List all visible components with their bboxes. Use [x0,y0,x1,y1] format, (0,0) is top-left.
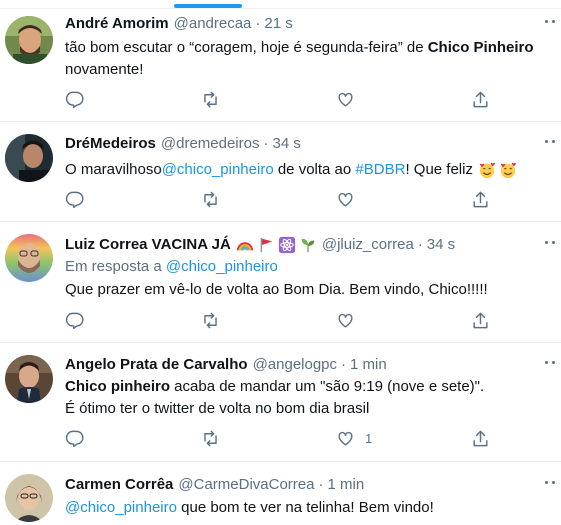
heart-icon [338,313,353,328]
author-handle[interactable]: @andrecaa [174,14,252,34]
share-button[interactable] [471,90,490,109]
author-handle[interactable]: @CarmeDivaCorrea [178,475,314,495]
tweet-timestamp[interactable]: 21 s [264,14,292,34]
tweet-text: Que prazer em vê-lo de volta ao Bom Dia.… [65,279,551,301]
tweet[interactable]: Carmen Corrêa @CarmeDivaCorrea · 1 min @… [0,463,561,525]
more-options-icon[interactable] [545,140,555,144]
like-button[interactable] [336,311,365,330]
author-name[interactable]: Angelo Prata de Carvalho [65,355,248,375]
separator-dot: · [341,356,347,373]
tweet-text-segment: Que prazer em vê-lo de volta ao Bom Dia.… [65,281,488,298]
share-button[interactable] [471,190,490,209]
separator-dot: · [255,15,261,32]
reply-button[interactable] [65,190,84,209]
retweet-button[interactable] [201,190,220,209]
author-name[interactable]: Carmen Corrêa [65,475,173,495]
atom-symbol-icon [278,236,295,254]
heart-icon [338,92,353,107]
tweet[interactable]: Angelo Prata de Carvalho @angelogpc · 1 … [0,344,561,462]
more-options-icon[interactable] [545,20,555,24]
avatar[interactable] [5,474,53,522]
tweet[interactable]: Luiz Correa VACINA JÁ @jluiz_correa · 34… [0,223,561,343]
mention-link[interactable]: @chico_pinheiro [65,499,177,516]
share-icon [473,91,488,108]
separator-dot: · [263,135,269,152]
more-options-icon[interactable] [545,241,555,245]
avatar[interactable] [5,134,53,182]
tweet[interactable]: DréMedeiros @dremedeiros · 34 s O maravi… [0,123,561,222]
smiling-face-with-hearts-icon [500,162,517,179]
retweet-icon [204,191,217,208]
share-icon [473,430,488,447]
tweet-text-segment: acaba de mandar um "são 9:19 (nove e set… [170,378,485,395]
author-name[interactable]: André Amorim [65,14,169,34]
heart-icon [338,431,353,446]
tweet-text: O maravilhoso @chico_pinheiro de volta a… [65,159,551,181]
retweet-icon [204,312,217,329]
tweet-text-bold: Chico Pinheiro [427,39,534,56]
red-flag-icon [260,237,273,253]
reply-button[interactable] [65,429,84,448]
reply-context: Em resposta a @chico_pinheiro [65,257,551,277]
reply-button[interactable] [65,90,84,109]
author-handle[interactable]: @angelogpc [253,355,337,375]
reply-context-label: Em resposta a [65,258,166,275]
seedling-icon [301,238,315,253]
tweet-timestamp[interactable]: 34 s [427,235,455,255]
share-button[interactable] [471,311,490,330]
tweet-text: Chico pinheiro acaba de mandar um "são 9… [65,376,551,420]
tweet-text-segment: que bom te ver na telinha! Bem vindo! [176,499,434,516]
reply-to-mention[interactable]: @chico_pinheiro [166,258,278,275]
tweet-timestamp[interactable]: 1 min [327,475,364,495]
retweet-button[interactable] [201,311,220,330]
more-options-icon[interactable] [545,481,555,485]
reply-icon [65,191,84,209]
tweet[interactable]: André Amorim @andrecaa · 21 s tão bom es… [0,9,561,122]
share-button[interactable] [471,429,490,448]
tweet-timestamp[interactable]: 34 s [272,134,300,154]
more-options-icon[interactable] [545,361,555,365]
author-name[interactable]: DréMedeiros [65,134,156,154]
avatar[interactable] [5,16,53,64]
tweet-text-segment: ! Que feliz [405,161,473,178]
tweet-text: tão bom escutar o “coragem, hoje é segun… [65,37,551,81]
tweet-text-bold: Chico pinheiro [65,378,170,395]
avatar[interactable] [5,234,53,282]
smiling-face-with-hearts-icon [479,162,496,179]
tweet-text: @chico_pinheiro que bom te ver na telinh… [65,497,551,519]
reply-icon [65,430,84,448]
tweet-text-segment: de volta ao [273,161,356,178]
tweet-text-segment: É ótimo ter o twitter de volta no bom di… [65,400,370,417]
author-name[interactable]: Luiz Correa VACINA JÁ [65,235,231,255]
retweet-button[interactable] [201,429,220,448]
tweet-text-segment: tão bom escutar o “coragem, hoje é segun… [65,39,428,56]
author-handle[interactable]: @dremedeiros [161,134,260,154]
rainbow-icon [236,242,253,251]
like-count: 1 [365,431,373,446]
retweet-icon [204,91,217,108]
share-icon [473,191,488,208]
mention-link[interactable]: @chico_pinheiro [162,159,274,181]
like-button[interactable] [336,190,365,209]
retweet-icon [204,430,217,447]
tweet-text-segment: O maravilhoso [65,161,162,178]
tweet-text-segment: novamente! [65,61,144,78]
reply-icon [65,91,84,109]
avatar[interactable] [5,355,53,403]
reply-button[interactable] [65,311,84,330]
hashtag-link[interactable]: #BDBR [355,159,405,181]
separator-dot: · [318,476,324,493]
author-handle[interactable]: @jluiz_correa [322,235,414,255]
reply-icon [65,312,84,330]
separator-dot: · [417,236,423,253]
like-button[interactable]: 1 [336,429,372,448]
share-icon [473,312,488,329]
retweet-button[interactable] [201,90,220,109]
heart-icon [338,192,353,207]
like-button[interactable] [336,90,365,109]
tweet-timestamp[interactable]: 1 min [350,355,387,375]
